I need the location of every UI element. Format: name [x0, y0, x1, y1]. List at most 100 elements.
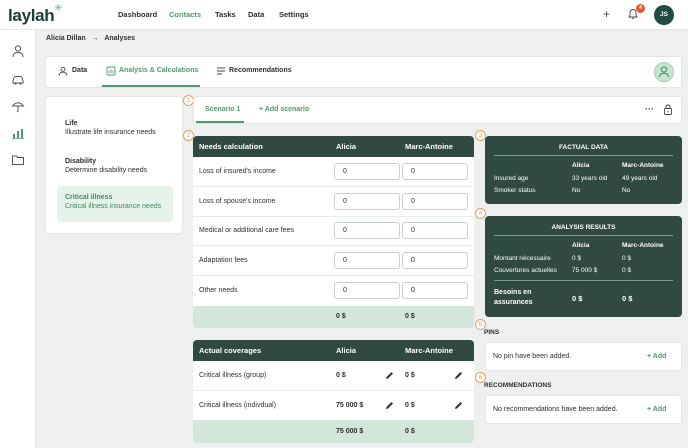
nav-tasks[interactable]: Tasks	[215, 10, 236, 19]
edit-icon[interactable]	[385, 371, 394, 380]
active-scenario-indicator	[196, 121, 244, 123]
header-marc-antoine: Marc-Antoine	[405, 142, 453, 151]
alicia-input[interactable]: 0	[334, 252, 400, 269]
divider	[494, 280, 673, 281]
user-avatar[interactable]: JS	[654, 5, 674, 25]
car-icon[interactable]	[11, 72, 25, 86]
nav-contacts[interactable]: Contacts	[169, 10, 201, 19]
value-marc-antoine: 0 $	[622, 267, 632, 274]
person-icon[interactable]	[11, 44, 25, 58]
calculator-chart-icon	[106, 66, 116, 76]
row-divider	[193, 216, 474, 217]
result-marc-antoine: 0 $	[622, 294, 633, 303]
notification-badge: 4	[636, 4, 645, 13]
need-item-life[interactable]: Life Illustrate life insurance needs	[57, 114, 173, 148]
need-subtitle: Determine disability needs	[65, 167, 148, 174]
row-label: Medical or additional care fees	[199, 227, 294, 234]
divider	[494, 235, 673, 236]
coverage-alicia: 0 $	[336, 372, 346, 379]
row-divider	[193, 245, 474, 246]
edit-icon[interactable]	[454, 401, 463, 410]
row-divider	[193, 390, 474, 391]
result-label-line1: Besoins en	[494, 289, 532, 296]
breadcrumb-contact[interactable]: Alicia Dillan	[46, 35, 86, 42]
total-marc-antoine: 0 $	[405, 428, 415, 435]
alicia-input[interactable]: 0	[334, 222, 400, 239]
person-icon	[659, 66, 669, 78]
need-subtitle: Illustrate life insurance needs	[65, 129, 156, 136]
more-options-icon[interactable]: ···	[645, 104, 654, 114]
need-title: Disability	[65, 158, 97, 165]
header-marc-antoine: Marc-Antoine	[405, 346, 453, 355]
lock-icon[interactable]	[663, 104, 673, 115]
add-pin-button[interactable]: + Add	[647, 353, 666, 360]
factual-data-card: FACTUAL DATA Alicia Marc-Antoine Insured…	[485, 136, 682, 204]
total-marc-antoine: 0 $	[405, 313, 415, 320]
header-alicia: Alicia	[336, 142, 357, 151]
alicia-input[interactable]: 0	[334, 163, 400, 180]
analysis-results-card: ANALYSIS RESULTS Alicia Marc-Antoine Mon…	[485, 216, 682, 317]
row-label: Loss of insured's income	[199, 168, 276, 175]
row-label: Critical illness (group)	[199, 372, 267, 379]
person-icon	[58, 66, 68, 76]
breadcrumb-separator: →	[91, 35, 99, 42]
client-avatar[interactable]	[654, 62, 674, 82]
add-scenario-button[interactable]: + Add scenario	[259, 106, 309, 113]
row-label: Other needs	[199, 287, 238, 294]
marc-antoine-input[interactable]: 0	[402, 163, 468, 180]
marc-antoine-input[interactable]: 0	[402, 282, 468, 299]
tab-scenario-1[interactable]: Scenario 1	[205, 106, 240, 113]
coverage-marc-antoine: 0 $	[405, 402, 415, 409]
result-alicia: 0 $	[572, 294, 583, 303]
tab-analysis-calculations[interactable]: Analysis & Calculations	[119, 67, 198, 74]
row-label: Loss of spouse's income	[199, 198, 276, 205]
add-recommendation-button[interactable]: + Add	[647, 406, 666, 413]
need-subtitle: Critical illness insurance needs	[65, 203, 162, 210]
left-rail	[0, 30, 36, 448]
edit-icon[interactable]	[454, 371, 463, 380]
marc-antoine-input[interactable]: 0	[402, 222, 468, 239]
total-row	[193, 306, 474, 328]
col-alicia: Alicia	[572, 162, 590, 169]
total-alicia: 0 $	[336, 313, 346, 320]
factual-data-title: FACTUAL DATA	[558, 144, 609, 151]
coverage-alicia: 75 000 $	[336, 402, 364, 409]
chart-icon[interactable]	[11, 126, 25, 140]
row-label: Adaptation fees	[199, 257, 248, 264]
need-item-critical-illness[interactable]: Critical illness Critical illness insura…	[57, 186, 173, 222]
nav-settings[interactable]: Settings	[279, 10, 309, 19]
umbrella-icon[interactable]	[11, 99, 25, 113]
nav-dashboard[interactable]: Dashboard	[118, 10, 157, 19]
pins-empty-text: No pin have been added.	[493, 353, 572, 360]
row-label: Couvertures actuelles	[494, 267, 557, 274]
col-marc-antoine: Marc-Antoine	[622, 242, 664, 249]
list-icon	[217, 67, 225, 75]
row-label: Critical illness (indivdual)	[199, 402, 277, 409]
top-navbar	[0, 0, 688, 30]
pins-title: PINS	[484, 329, 500, 336]
header-alicia: Alicia	[336, 346, 357, 355]
coverage-marc-antoine: 0 $	[405, 372, 415, 379]
value-marc-antoine: 0 $	[622, 255, 632, 262]
breadcrumb-page: Analyses	[104, 35, 136, 42]
marc-antoine-input[interactable]: 0	[402, 193, 468, 210]
step-marker: 4	[475, 208, 486, 219]
need-item-disability[interactable]: Disability Determine disability needs	[57, 152, 173, 186]
tab-data[interactable]: Data	[72, 67, 87, 74]
col-marc-antoine: Marc-Antoine	[622, 162, 664, 169]
header-actual-coverages: Actual coverages	[199, 346, 262, 355]
tab-recommendations[interactable]: Recommendations	[229, 67, 292, 74]
alicia-input[interactable]: 0	[334, 282, 400, 299]
row-label: Montant nécessaire	[494, 255, 551, 262]
total-alicia: 75 000 $	[336, 428, 364, 435]
alicia-input[interactable]: 0	[334, 193, 400, 210]
edit-icon[interactable]	[385, 401, 394, 410]
nav-data[interactable]: Data	[248, 10, 264, 19]
add-icon[interactable]: +	[603, 7, 610, 21]
app-logo[interactable]: laylah	[8, 6, 55, 26]
active-tab-indicator	[102, 85, 200, 87]
value-alicia: 33 years old	[572, 175, 608, 182]
actual-coverages-table: Actual coverages Alicia Marc-Antoine Cri…	[193, 340, 474, 443]
folder-icon[interactable]	[11, 153, 25, 167]
marc-antoine-input[interactable]: 0	[402, 252, 468, 269]
